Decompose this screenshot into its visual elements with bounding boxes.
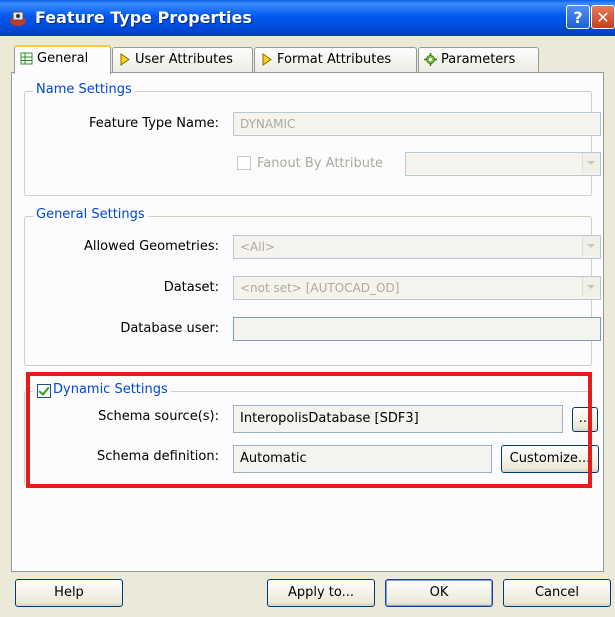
general-settings-group: General Settings Allowed Geometries: <Al… [24,207,601,366]
title-bar: Feature Type Properties ? ✕ [0,0,615,36]
fanout-attribute-combo[interactable] [405,152,601,176]
feature-type-name-label: Feature Type Name: [89,116,219,131]
window-title: Feature Type Properties [35,8,252,27]
ok-button[interactable]: OK [385,579,493,607]
dataset-label: Dataset: [163,280,219,295]
dynamic-settings-checkbox[interactable] [37,384,51,398]
fanout-checkbox[interactable] [237,156,251,170]
help-button[interactable]: Help [15,579,123,607]
feature-type-properties-dialog: Feature Type Properties ? ✕ Name Setting… [0,0,615,617]
highlight-box [26,372,592,488]
name-settings-legend: Name Settings [33,82,135,97]
tab-user-attributes[interactable]: User Attributes [112,47,253,72]
table-icon [20,52,33,65]
allowed-geometries-combo[interactable]: <All> [233,235,601,259]
database-user-label: Database user: [120,321,219,336]
diamond-icon [120,53,130,66]
allowed-geometries-label: Allowed Geometries: [84,239,219,254]
tab-parameters[interactable]: Parameters [418,47,539,72]
general-settings-legend: General Settings [33,207,148,222]
feature-type-name-field[interactable]: DYNAMIC [233,112,601,136]
diamond-icon [262,53,272,66]
tab-general-label: General [37,51,89,66]
fanout-label: Fanout By Attribute [257,156,384,171]
chevron-down-icon [582,153,600,173]
tab-general[interactable]: General [14,45,111,74]
gear-icon [424,53,437,66]
tab-format-attributes[interactable]: Format Attributes [254,47,417,72]
dataset-combo[interactable]: <not set> [AUTOCAD_OD] [233,276,601,300]
database-user-field[interactable] [233,317,601,341]
title-close-button[interactable]: ✕ [591,5,615,29]
cancel-button[interactable]: Cancel [503,579,611,607]
chevron-down-icon [582,236,600,256]
tab-user-attributes-label: User Attributes [135,52,233,67]
chevron-down-icon [582,277,600,297]
tab-parameters-label: Parameters [441,52,516,67]
tab-format-attributes-label: Format Attributes [277,52,392,67]
name-settings-group: Name Settings Feature Type Name: DYNAMIC… [24,82,601,196]
title-help-button[interactable]: ? [566,5,590,29]
tab-panel-general: Name Settings Feature Type Name: DYNAMIC… [11,72,604,572]
app-icon [10,11,26,26]
apply-to-button[interactable]: Apply to... [267,579,375,607]
